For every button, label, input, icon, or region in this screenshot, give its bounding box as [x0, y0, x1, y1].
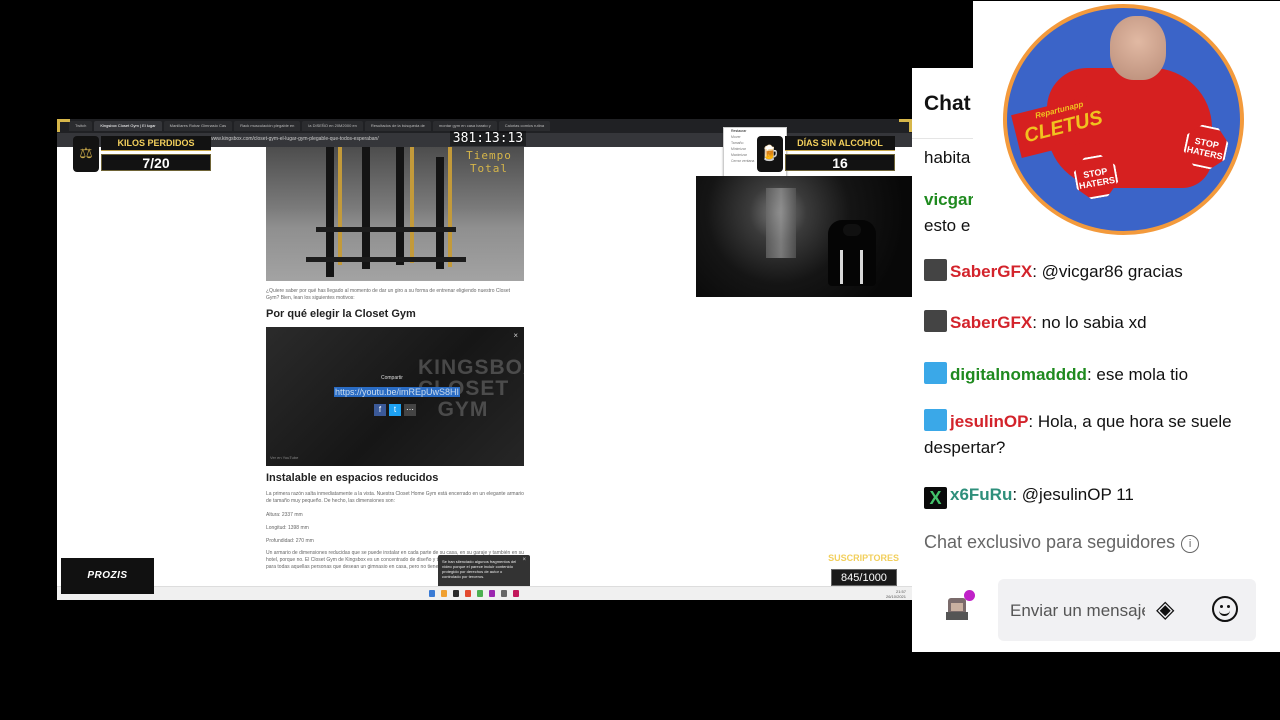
beer-icon: 🍺 [757, 136, 783, 172]
twitter-icon[interactable]: t [389, 404, 401, 416]
close-icon[interactable]: × [522, 557, 526, 563]
url-text: www.kingsbox.com/closet-gym-el-lugar-gym… [210, 136, 379, 142]
article-paragraph: La primera razón salta inmediatamente a … [266, 491, 524, 504]
webcam-feed [696, 176, 912, 297]
kilos-value: 7/20 [101, 154, 211, 171]
windows-taskbar: 21:57 26/10/2021 [57, 586, 912, 600]
chat-username[interactable]: SaberGFX [950, 262, 1032, 281]
bits-icon[interactable]: ◈ [1156, 595, 1174, 624]
chat-input-placeholder: Enviar un mensaje [1010, 601, 1145, 620]
spec-length: Longitud: 1398 mm [266, 525, 309, 531]
share-label: Compartir [381, 375, 403, 381]
logo-circle: Repartunapp CLETUS STOP HATERS STOP HATE… [1003, 4, 1244, 235]
scale-icon: ⚖ [73, 136, 99, 172]
spec-height: Altura: 2337 mm [266, 512, 303, 518]
article-intro: ¿Quiere saber por qué has llegado al mom… [266, 288, 511, 301]
taskbar-app-icon[interactable] [477, 590, 483, 597]
chat-message: digitalnomadddd: ese mola tio [924, 362, 1272, 388]
timer-label: Tiempo Total [466, 149, 512, 175]
spec-depth: Profundidad: 270 mm [266, 538, 314, 544]
browser-tab[interactable]: Twitch [69, 121, 93, 131]
more-icon[interactable]: ⋯ [404, 404, 416, 416]
taskbar-app-icon[interactable] [513, 590, 519, 597]
alcohol-value: 16 [785, 154, 895, 171]
muted-toast-text: Se han silenciado algunos fragmentos del… [442, 559, 517, 579]
close-icon[interactable]: × [513, 331, 518, 340]
taskbar-app-icon[interactable] [441, 590, 447, 597]
chat-message-text: : @jesulinOP 11 [1012, 485, 1134, 504]
subscribers-label: SUSCRIPTORES [828, 553, 899, 563]
browser-tab[interactable]: Resultados de la búsqueda de [364, 121, 431, 131]
chair-headrest [843, 224, 861, 236]
subscribers-value: 845/1000 [831, 569, 897, 586]
section-heading: Por qué elegir la Closet Gym [266, 308, 416, 320]
share-icons: f t ⋯ [374, 404, 416, 416]
taskbar-app-icon[interactable] [465, 590, 471, 597]
taskbar-app-icon[interactable] [501, 590, 507, 597]
wolf-icon[interactable] [924, 259, 947, 281]
status-dot [964, 590, 975, 601]
browser-tab[interactable]: montar gym en casa barato y [432, 121, 497, 131]
info-icon[interactable]: i [1181, 535, 1200, 553]
kilos-label: KILOS PERDIDOS [101, 136, 211, 151]
alcohol-label: DÍAS SIN ALCOHOL [785, 136, 895, 151]
chat-message: Xx6FuRu: @jesulinOP 11 [924, 482, 1272, 509]
crown-icon[interactable] [924, 409, 947, 431]
clock-date: 26/10/2021 [885, 594, 906, 599]
taskbar-app-icon[interactable] [429, 590, 435, 597]
chat-title: Chat [924, 92, 971, 115]
facebook-icon[interactable]: f [374, 404, 386, 416]
frame-corner [57, 119, 70, 132]
sponsor-logo: PROZIS [61, 558, 154, 594]
emoji-icon[interactable] [1212, 596, 1238, 622]
frame-corner [899, 119, 912, 132]
followers-only-notice: Chat exclusivo para seguidores i [924, 532, 1200, 553]
chat-username[interactable]: SaberGFX [950, 313, 1032, 332]
browser-tab[interactable]: la DISEÑO en 20M2000 en [302, 121, 363, 131]
taskbar-clock[interactable]: 21:57 26/10/2021 [886, 589, 906, 599]
chat-username[interactable]: vicgar [924, 190, 974, 209]
browser-tab[interactable]: Calorias comics rutina [498, 121, 551, 131]
chat-input[interactable]: Enviar un mensaje ◈ [998, 579, 1256, 641]
crown-icon[interactable] [924, 362, 947, 384]
browser-tab[interactable]: Rack musculación plegable en [234, 121, 301, 131]
share-link[interactable]: https://youtu.be/imREpUwS8HI [334, 387, 461, 397]
x-icon[interactable]: X [924, 487, 947, 509]
taskbar-app-icon[interactable] [453, 590, 459, 597]
followers-only-text: Chat exclusivo para seguidores [924, 532, 1176, 552]
chat-message: SaberGFX: @vicgar86 gracias [924, 259, 1272, 285]
chat-message: SaberGFX: no lo sabia xd [924, 310, 1272, 336]
chat-message-text: esto e [924, 216, 971, 235]
chat-message: jesulinOP: Hola, a que hora se suele des… [924, 409, 1272, 461]
browser-tab[interactable]: Manillares Robar Gimnasio Cas [163, 121, 233, 131]
chat-username[interactable]: x6FuRu [950, 485, 1012, 504]
cam-window-light [766, 188, 796, 258]
wolf-icon[interactable] [924, 310, 947, 332]
channel-logo: Repartunapp CLETUS STOP HATERS STOP HATE… [973, 1, 1280, 236]
chat-message-text: : no lo sabia xd [1032, 313, 1147, 332]
article-content: ¿Quiere saber por qué has llegado al mom… [266, 147, 526, 600]
section-heading: Instalable en espacios reducidos [266, 472, 439, 484]
streamer-head-photo [1110, 16, 1166, 80]
chat-username[interactable]: digitalnomadddd [950, 365, 1087, 384]
embedded-video[interactable]: KINGSBOX CLOSET GYM × Compartir https://… [266, 327, 524, 466]
chat-username[interactable]: jesulinOP [950, 412, 1028, 431]
stream-timer: 381:13:13 [450, 131, 526, 146]
taskbar-app-icon[interactable] [489, 590, 495, 597]
youtube-brand[interactable]: Ver en YouTube [270, 455, 298, 460]
chat-message-text: : @vicgar86 gracias [1032, 262, 1183, 281]
stream-capture: Twitch Kingsbox Closet Gym | El lugar Ma… [57, 119, 912, 600]
chat-message-text: : ese mola tio [1086, 365, 1189, 384]
browser-tab-active[interactable]: Kingsbox Closet Gym | El lugar [94, 121, 162, 131]
